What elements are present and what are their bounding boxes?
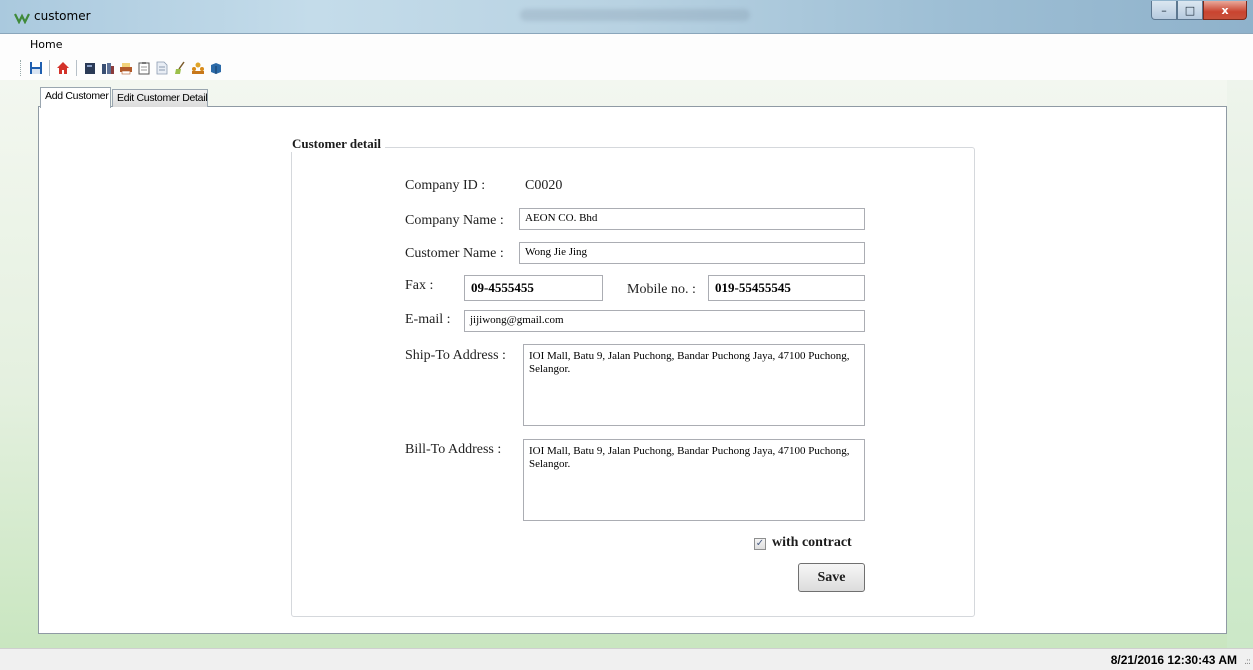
users-icon[interactable] [191,60,205,76]
company-name-label: Company Name : [405,213,504,228]
mobile-label: Mobile no. : [627,282,696,297]
bill-to-address-label: Bill-To Address : [405,442,502,457]
title-bar[interactable]: customer – □ x [0,0,1253,34]
menu-bar: Home [0,34,1253,56]
with-contract-label[interactable]: with contract [772,535,852,551]
broom-icon[interactable] [173,60,187,76]
minimize-button[interactable]: – [1151,1,1177,20]
bill-to-address-field[interactable]: IOI Mall, Batu 9, Jalan Puchong, Bandar … [523,439,865,521]
tab-panel: Customer detail Company ID : C0020 Compa… [38,106,1227,634]
workspace: Add Customer Edit Customer Detail Custom… [0,80,1253,648]
box-icon[interactable] [209,60,223,76]
toolbar-separator [49,60,50,76]
home-icon[interactable] [56,60,70,76]
resize-grip[interactable]: .:: [1244,657,1251,667]
toolbar-separator [76,60,77,76]
group-title: Customer detail [288,136,385,152]
customer-name-label: Customer Name : [405,246,504,261]
customer-detail-group: Customer detail Company ID : C0020 Compa… [288,136,975,617]
book-icon[interactable] [83,60,97,76]
email-field[interactable]: jijiwong@gmail.com [464,310,865,332]
ship-to-address-label: Ship-To Address : [405,348,506,363]
customer-name-field[interactable]: Wong Jie Jing [519,242,865,264]
status-datetime: 8/21/2016 12:30:43 AM [1110,653,1237,667]
window-edge [1227,80,1253,648]
mobile-field[interactable]: 019-55455545 [708,275,865,301]
maximize-button[interactable]: □ [1177,1,1203,20]
save-icon[interactable] [29,60,43,76]
app-logo-icon [14,10,30,25]
company-name-field[interactable]: AEON CO. Bhd [519,208,865,230]
window-controls: – □ x [1151,1,1247,21]
with-contract-checkbox[interactable]: ✓ [754,538,766,550]
close-button[interactable]: x [1203,1,1247,20]
toolbar-grip[interactable] [20,60,23,76]
books-icon[interactable] [101,60,115,76]
company-id-value: C0020 [525,178,563,193]
fax-label: Fax : [405,278,434,293]
save-button[interactable]: Save [798,563,865,592]
email-label: E-mail : [405,312,451,327]
status-bar: 8/21/2016 12:30:43 AM .:: [0,648,1253,670]
window-title: customer [34,9,91,23]
toolbar [0,56,1253,80]
tab-edit-customer-detail[interactable]: Edit Customer Detail [112,89,208,107]
clipboard-icon[interactable] [137,60,151,76]
tab-add-customer[interactable]: Add Customer [40,87,111,108]
blurred-background-title [520,9,750,21]
fax-field[interactable]: 09-4555455 [464,275,603,301]
document-icon[interactable] [155,60,169,76]
menu-item-home[interactable]: Home [30,38,62,51]
ship-to-address-field[interactable]: IOI Mall, Batu 9, Jalan Puchong, Bandar … [523,344,865,426]
company-id-label: Company ID : [405,178,486,193]
printer-icon[interactable] [119,60,133,76]
